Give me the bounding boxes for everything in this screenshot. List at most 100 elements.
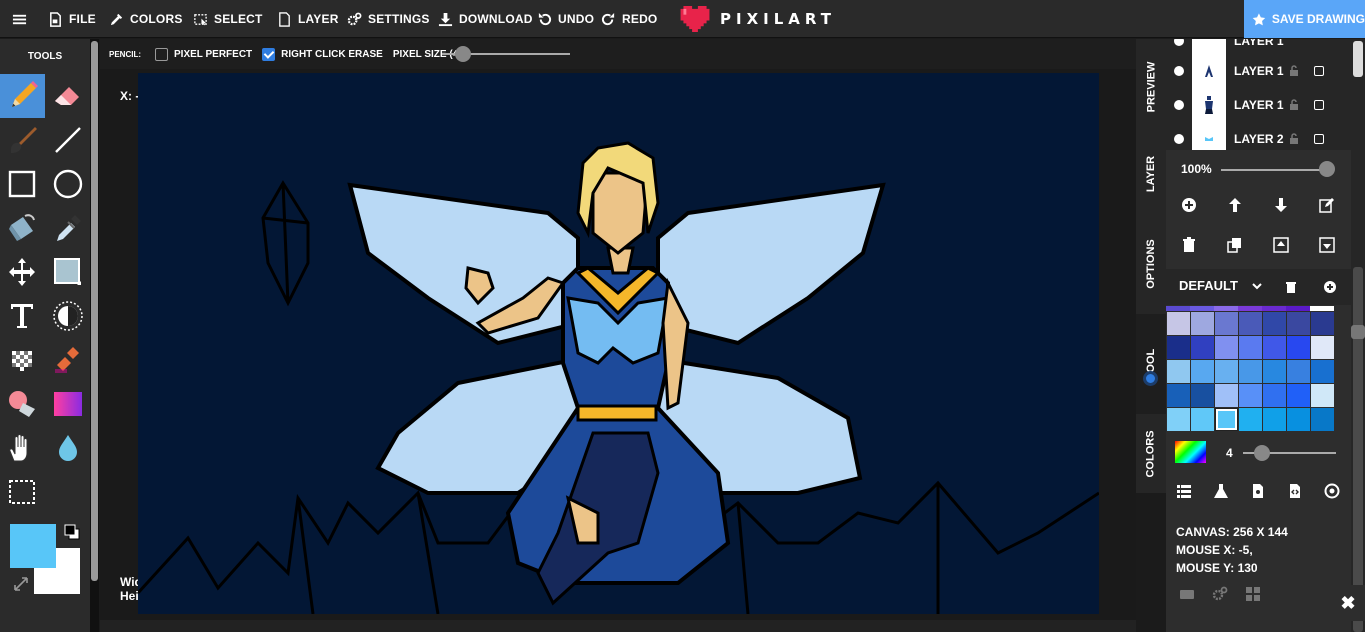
tools-scrollbar[interactable] bbox=[90, 39, 99, 632]
dither-tool[interactable] bbox=[46, 294, 90, 338]
opacity-slider-knob[interactable] bbox=[1319, 161, 1335, 177]
settings-menu-button[interactable]: SETTINGS bbox=[347, 0, 430, 38]
brush-size-slider-knob[interactable] bbox=[1254, 445, 1270, 461]
palette-color-cell[interactable] bbox=[1166, 306, 1190, 311]
tab-layer[interactable]: LAYER bbox=[1136, 134, 1166, 214]
layer-select-checkbox[interactable] bbox=[1314, 66, 1324, 76]
right-panel-scrollbar[interactable] bbox=[1351, 39, 1365, 632]
add-palette-button[interactable] bbox=[1318, 275, 1342, 299]
delete-layer-button[interactable] bbox=[1177, 233, 1201, 257]
palette-color-cell[interactable] bbox=[1191, 360, 1214, 383]
right-scrollbar-thumb-top[interactable] bbox=[1353, 41, 1363, 77]
layer-visibility-icon[interactable] bbox=[1174, 66, 1184, 76]
layer-select-checkbox[interactable] bbox=[1314, 100, 1324, 110]
stamp-tool[interactable] bbox=[46, 338, 90, 382]
palette-color-cell[interactable] bbox=[1191, 336, 1214, 359]
palette-color-cell[interactable] bbox=[1311, 312, 1334, 335]
select-menu-button[interactable]: SELECT bbox=[193, 0, 263, 38]
palette-color-cell[interactable] bbox=[1287, 312, 1310, 335]
brush-tool[interactable] bbox=[0, 118, 44, 162]
add-layer-button[interactable] bbox=[1177, 193, 1201, 217]
layer-menu-button[interactable]: LAYER bbox=[277, 0, 339, 38]
palette-import-button[interactable] bbox=[1246, 479, 1270, 503]
palette-color-cell[interactable] bbox=[1311, 360, 1334, 383]
layer-select-checkbox[interactable] bbox=[1314, 134, 1324, 144]
layer-row[interactable]: LAYER 21 bbox=[1166, 122, 1351, 150]
tab-tool[interactable]: TOOL bbox=[1136, 314, 1166, 414]
primary-color-swatch[interactable] bbox=[10, 524, 56, 568]
tab-colors[interactable]: COLORS bbox=[1136, 414, 1166, 493]
smudge-tool[interactable] bbox=[46, 426, 90, 470]
lock-icon[interactable] bbox=[1288, 65, 1300, 77]
palette-color-cell[interactable] bbox=[1167, 336, 1190, 359]
settings-button[interactable] bbox=[1208, 582, 1232, 606]
rename-layer-button[interactable] bbox=[1315, 193, 1339, 217]
tools-scrollbar-thumb[interactable] bbox=[91, 41, 98, 581]
pixel-size-slider-knob[interactable] bbox=[455, 46, 471, 62]
palette-color-cell[interactable] bbox=[1287, 360, 1310, 383]
selection-tool[interactable] bbox=[0, 470, 44, 514]
pattern-tool[interactable] bbox=[0, 338, 44, 382]
ellipse-tool[interactable] bbox=[46, 162, 90, 206]
opacity-slider-track[interactable] bbox=[1221, 169, 1331, 171]
undo-button[interactable]: UNDO bbox=[537, 0, 594, 38]
palette-color-cell[interactable] bbox=[1191, 312, 1214, 335]
redo-button[interactable]: REDO bbox=[601, 0, 657, 38]
palette-color-cell[interactable] bbox=[1191, 384, 1214, 407]
file-menu-button[interactable]: FILE bbox=[48, 0, 96, 38]
keyboard-shortcuts-button[interactable] bbox=[1175, 582, 1199, 606]
line-tool[interactable] bbox=[46, 118, 90, 162]
palette-color-cell[interactable] bbox=[1239, 312, 1262, 335]
palette-lab-button[interactable] bbox=[1209, 479, 1233, 503]
gradient-tool[interactable] bbox=[46, 382, 90, 426]
lock-icon[interactable] bbox=[1288, 133, 1300, 145]
grid-view-button[interactable] bbox=[1241, 582, 1265, 606]
color-gradient-button[interactable] bbox=[1175, 441, 1206, 463]
merge-down-button[interactable] bbox=[1315, 233, 1339, 257]
palette-color-cell[interactable] bbox=[1167, 408, 1190, 431]
palette-color-cell[interactable] bbox=[1215, 336, 1238, 359]
palette-color-cell[interactable] bbox=[1263, 360, 1286, 383]
download-menu-button[interactable]: DOWNLOAD bbox=[438, 0, 533, 38]
colors-menu-button[interactable]: COLORS bbox=[109, 0, 183, 38]
palette-color-cell[interactable] bbox=[1215, 384, 1238, 407]
palette-color-cell[interactable] bbox=[1191, 408, 1214, 431]
palette-select[interactable]: DEFAULT bbox=[1179, 278, 1262, 293]
drawing-canvas[interactable] bbox=[138, 73, 1099, 614]
palette-color-cell[interactable] bbox=[1263, 312, 1286, 335]
shade-tool[interactable] bbox=[0, 382, 44, 426]
swap-colors-icon[interactable] bbox=[13, 576, 29, 592]
swap-default-colors-icon[interactable] bbox=[64, 524, 80, 540]
shape-select-tool[interactable] bbox=[46, 250, 90, 294]
palette-color-cell[interactable] bbox=[1190, 306, 1214, 311]
palette-color-cell[interactable] bbox=[1239, 336, 1262, 359]
layer-visibility-icon[interactable] bbox=[1174, 134, 1184, 144]
palette-color-cell[interactable] bbox=[1239, 408, 1262, 431]
hamburger-menu-button[interactable] bbox=[12, 0, 27, 38]
layer-visibility-icon[interactable] bbox=[1174, 100, 1184, 110]
palette-color-cell[interactable] bbox=[1167, 312, 1190, 335]
move-tool[interactable] bbox=[0, 250, 44, 294]
palette-color-cell[interactable] bbox=[1214, 306, 1238, 311]
delete-palette-button[interactable] bbox=[1279, 275, 1303, 299]
eraser-tool[interactable] bbox=[46, 74, 90, 118]
pixel-perfect-checkbox[interactable] bbox=[155, 47, 168, 61]
palette-color-cell[interactable] bbox=[1262, 306, 1286, 311]
save-drawing-button[interactable]: SAVE DRAWING bbox=[1244, 0, 1365, 38]
color-picker-tool[interactable] bbox=[46, 206, 90, 250]
palette-code-button[interactable] bbox=[1283, 479, 1307, 503]
palette-color-cell[interactable] bbox=[1215, 360, 1238, 383]
palette-color-cell[interactable] bbox=[1311, 408, 1334, 431]
palette-color-cell[interactable] bbox=[1239, 384, 1262, 407]
palette-color-cell[interactable] bbox=[1310, 306, 1334, 311]
palette-color-cell[interactable] bbox=[1263, 384, 1286, 407]
layer-row[interactable]: LAYER 19 bbox=[1166, 54, 1351, 88]
palette-color-cell[interactable] bbox=[1215, 312, 1238, 335]
palette-color-cell[interactable] bbox=[1287, 408, 1310, 431]
fill-tool[interactable] bbox=[0, 206, 44, 250]
tab-options[interactable]: OPTIONS bbox=[1136, 214, 1166, 314]
palette-color-cell[interactable] bbox=[1263, 336, 1286, 359]
close-panel-button[interactable]: ✖ bbox=[1331, 585, 1365, 621]
palette-color-cell[interactable] bbox=[1167, 384, 1190, 407]
palette-color-cell[interactable] bbox=[1263, 408, 1286, 431]
